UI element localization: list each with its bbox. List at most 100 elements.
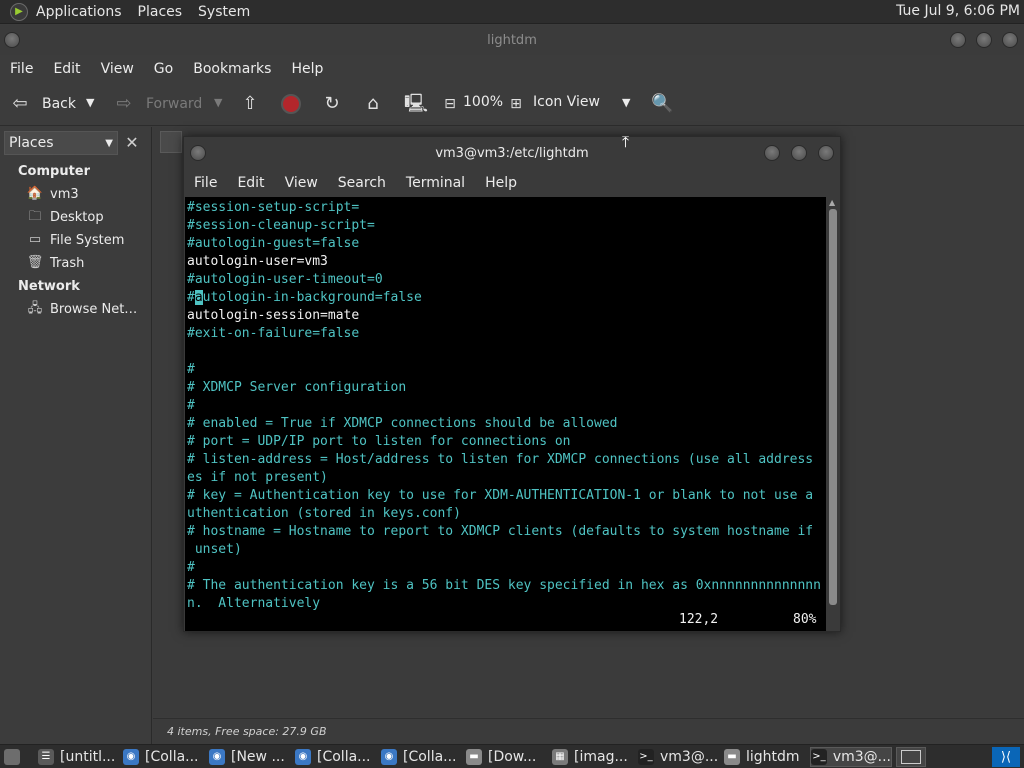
mate-logo-icon[interactable]: ▶ bbox=[10, 2, 28, 21]
menu-go[interactable]: Go bbox=[144, 61, 183, 77]
terminal-titlebar[interactable]: vm3@vm3:/etc/lightdm bbox=[184, 137, 840, 169]
taskbar-task[interactable]: ◉ [Colla... bbox=[123, 747, 205, 767]
back-history-dropdown-icon[interactable]: ▼ bbox=[86, 96, 94, 109]
taskbar-task-label: [Colla... bbox=[317, 749, 371, 765]
places-sidebar: Places ▼ ✕ Computer 🏠 vm3 🗀 Desktop ▭ Fi… bbox=[0, 127, 152, 744]
taskbar-task[interactable]: ▬ lightdm bbox=[724, 747, 806, 767]
status-bar: 4 items, Free space: 27.9 GB bbox=[153, 718, 1024, 744]
clock[interactable]: Tue Jul 9, 6:06 PM bbox=[896, 3, 1020, 19]
scroll-up-icon[interactable]: ▲ bbox=[829, 198, 835, 207]
home-button[interactable]: ⌂ bbox=[363, 94, 383, 114]
vim-cursor-position: 122,2 bbox=[679, 612, 719, 627]
reload-icon: ↻ bbox=[324, 93, 340, 114]
computer-button[interactable]: 🖳 bbox=[404, 93, 429, 114]
reload-button[interactable]: ↻ bbox=[322, 94, 342, 114]
window-menu-button[interactable] bbox=[4, 32, 20, 48]
terminal-icon: >_ bbox=[638, 749, 654, 765]
taskbar-task[interactable]: ▬ [Dow... bbox=[466, 747, 548, 767]
taskbar-task[interactable]: >_ vm3@... bbox=[810, 747, 892, 767]
terminal-menu-help[interactable]: Help bbox=[475, 175, 527, 191]
terminal-menu-search[interactable]: Search bbox=[328, 175, 396, 191]
menu-view[interactable]: View bbox=[91, 61, 144, 77]
terminal-window[interactable]: vm3@vm3:/etc/lightdm File Edit View Sear… bbox=[183, 136, 841, 632]
show-desktop-button[interactable] bbox=[4, 747, 24, 767]
places-menu[interactable]: Places bbox=[130, 4, 191, 20]
file-icon[interactable] bbox=[160, 131, 182, 153]
bottom-taskbar: ⟩⟨ ☰ [untitl... ◉ [Colla... ◉ [New ... ◉ [Colla… bbox=[0, 744, 1024, 768]
menu-file[interactable]: File bbox=[0, 61, 43, 77]
maximize-button[interactable] bbox=[976, 32, 992, 48]
terminal-menu-file[interactable]: File bbox=[184, 175, 227, 191]
terminal-icon: >_ bbox=[811, 749, 827, 765]
workspace-switcher[interactable] bbox=[896, 747, 926, 767]
terminal-line: # key = Authentication key to use for XD… bbox=[187, 488, 814, 503]
workspace-icon bbox=[901, 750, 921, 764]
sidebar-item-trash[interactable]: 🗑 Trash bbox=[26, 255, 85, 271]
forward-button[interactable]: ⇨ Forward bbox=[114, 94, 202, 114]
terminal-maximize-button[interactable] bbox=[791, 145, 807, 161]
back-button[interactable]: ⇦ Back bbox=[10, 94, 76, 114]
search-button[interactable]: 🔍 bbox=[651, 94, 673, 114]
forward-history-dropdown-icon[interactable]: ▼ bbox=[214, 96, 222, 109]
close-button[interactable] bbox=[1002, 32, 1018, 48]
terminal-line: autologin-session=mate bbox=[187, 308, 360, 323]
minimize-button[interactable] bbox=[950, 32, 966, 48]
up-button[interactable]: ⇧ bbox=[240, 94, 260, 114]
sidebar-close-icon[interactable]: ✕ bbox=[122, 133, 142, 153]
terminal-menu-view[interactable]: View bbox=[275, 175, 328, 191]
taskbar-task[interactable]: ▦ [imag... bbox=[552, 747, 634, 767]
zoom-level[interactable]: 100% bbox=[463, 94, 503, 110]
sidebar-item-vm3[interactable]: 🏠 vm3 bbox=[26, 186, 79, 202]
taskbar-task[interactable]: >_ vm3@... bbox=[638, 747, 720, 767]
menu-help[interactable]: Help bbox=[281, 61, 333, 77]
taskbar-task[interactable]: ◉ [New ... bbox=[209, 747, 291, 767]
file-manager-titlebar[interactable]: lightdm bbox=[0, 25, 1024, 55]
sidebar-item-file-system[interactable]: ▭ File System bbox=[26, 232, 125, 248]
home-folder-icon: ⌂ bbox=[367, 93, 379, 114]
terminal-line: #autologin-user-timeout=0 bbox=[187, 272, 383, 287]
sidebar-selector[interactable]: Places ▼ bbox=[4, 131, 118, 155]
terminal-window-menu-button[interactable] bbox=[190, 145, 206, 161]
menu-bookmarks[interactable]: Bookmarks bbox=[183, 61, 281, 77]
zoom-out-button[interactable]: ⊟ bbox=[440, 94, 460, 114]
back-arrow-icon: ⇦ bbox=[12, 93, 28, 114]
terminal-line: # enabled = True if XDMCP connections sh… bbox=[187, 416, 618, 431]
sidebar-section-computer: Computer bbox=[18, 164, 91, 179]
terminal-minimize-button[interactable] bbox=[764, 145, 780, 161]
document-icon: ☰ bbox=[38, 749, 54, 765]
taskbar-task[interactable]: ◉ [Colla... bbox=[381, 747, 463, 767]
vscode-launcher[interactable]: ⟩⟨ bbox=[992, 747, 1020, 767]
computer-icon: 🖳 bbox=[404, 93, 429, 114]
sidebar-item-browse-network[interactable]: 🖧 Browse Net… bbox=[26, 301, 138, 317]
terminal-line: #exit-on-failure=false bbox=[187, 326, 360, 341]
home-folder-icon: 🏠 bbox=[26, 186, 44, 201]
terminal-line: # The authentication key is a 56 bit DES… bbox=[187, 578, 821, 593]
terminal-close-button[interactable] bbox=[818, 145, 834, 161]
taskbar-task-label: lightdm bbox=[746, 749, 800, 765]
taskbar-task-label: [New ... bbox=[231, 749, 285, 765]
taskbar-task-label: [Dow... bbox=[488, 749, 537, 765]
taskbar-task[interactable]: ☰ [untitl... bbox=[38, 747, 120, 767]
terminal-screen[interactable]: 122,2 80% #session-setup-script= #session… bbox=[185, 197, 826, 631]
drive-icon: ▭ bbox=[28, 232, 42, 247]
menu-edit[interactable]: Edit bbox=[43, 61, 90, 77]
terminal-line: # bbox=[187, 560, 195, 575]
terminal-menu-edit[interactable]: Edit bbox=[227, 175, 274, 191]
terminal-scrollbar[interactable]: ▲ bbox=[826, 197, 840, 631]
terminal-title: vm3@vm3:/etc/lightdm bbox=[435, 145, 589, 161]
view-mode-dropdown-icon[interactable]: ▼ bbox=[622, 96, 630, 109]
stop-button[interactable] bbox=[281, 94, 301, 114]
vim-scroll-percent: 80% bbox=[793, 612, 817, 627]
terminal-line: #autologin-guest=false bbox=[187, 236, 360, 251]
zoom-in-button[interactable]: ⊞ bbox=[506, 94, 526, 114]
system-menu[interactable]: System bbox=[190, 4, 258, 20]
applications-menu[interactable]: Applications bbox=[28, 4, 130, 20]
sidebar-item-desktop[interactable]: 🗀 Desktop bbox=[26, 209, 103, 225]
forward-arrow-icon: ⇨ bbox=[116, 93, 132, 114]
image-viewer-icon: ▦ bbox=[552, 749, 568, 765]
terminal-menu-terminal[interactable]: Terminal bbox=[396, 175, 475, 191]
terminal-line: # XDMCP Server configuration bbox=[187, 380, 407, 395]
taskbar-task[interactable]: ◉ [Colla... bbox=[295, 747, 377, 767]
view-mode-select[interactable]: Icon View bbox=[533, 94, 600, 110]
terminal-scrollbar-thumb[interactable] bbox=[829, 209, 837, 605]
